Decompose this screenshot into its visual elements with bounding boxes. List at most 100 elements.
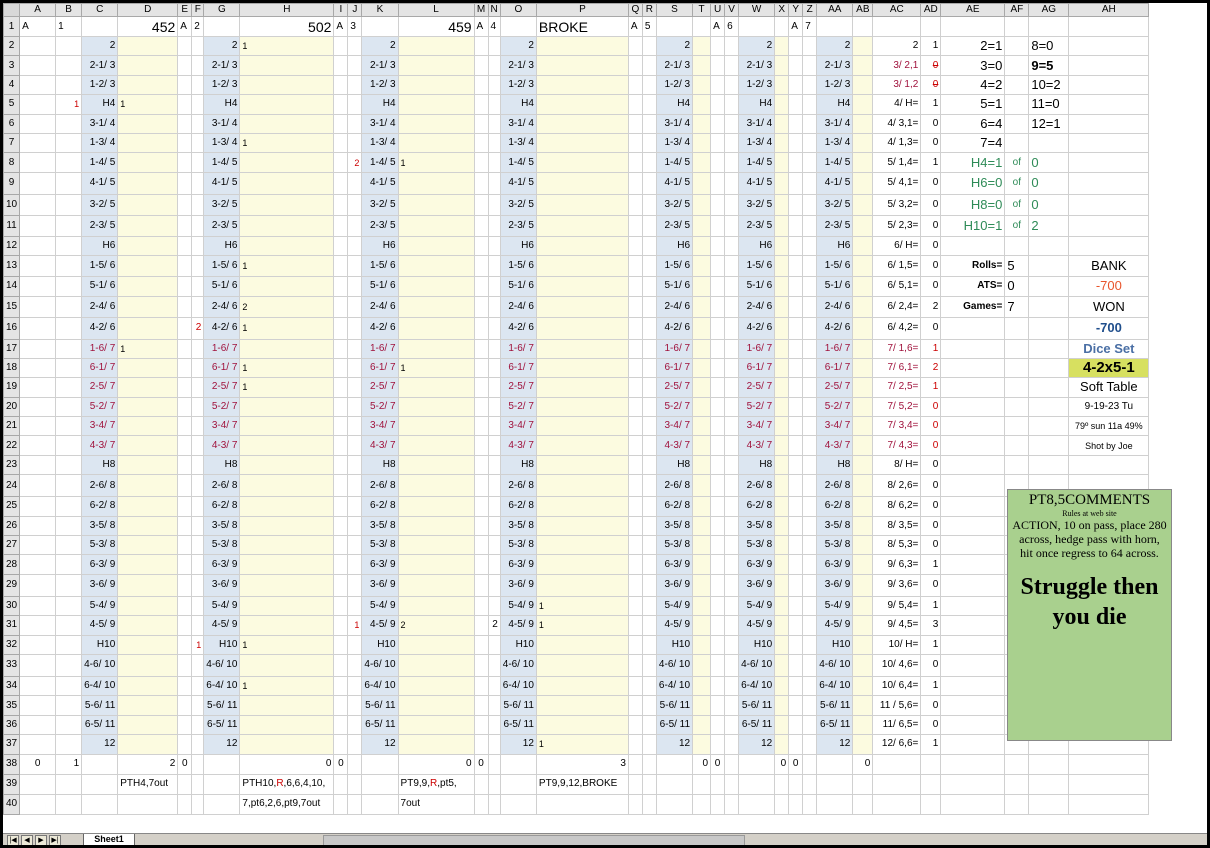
- row-header-27[interactable]: 27: [3, 535, 21, 556]
- cell-s35[interactable]: 5-6/ 11: [655, 695, 694, 716]
- cell-ac12[interactable]: 6/ H=: [872, 235, 922, 257]
- row-header-30[interactable]: 30: [3, 595, 21, 617]
- column-header-o[interactable]: O: [499, 3, 537, 17]
- column-header-ab[interactable]: AB: [852, 3, 874, 17]
- cell-j12[interactable]: [347, 235, 363, 257]
- cell-s34[interactable]: 6-4/ 10: [655, 675, 694, 697]
- cell-g6[interactable]: 3-1/ 4: [203, 113, 241, 134]
- cell-ac3[interactable]: 3/ 2,1: [872, 55, 922, 76]
- cell-ad23[interactable]: 0: [920, 454, 942, 476]
- cell-ac26[interactable]: 8/ 3,5=: [872, 515, 922, 537]
- cell-d40[interactable]: [117, 793, 179, 815]
- cell-a40[interactable]: [19, 793, 57, 815]
- cell-m30[interactable]: [473, 595, 489, 617]
- cell-x29[interactable]: [774, 573, 790, 597]
- cell-aa7[interactable]: 1-3/ 4: [816, 132, 854, 154]
- cell-ag6[interactable]: 12=1: [1028, 113, 1070, 134]
- cell-h26[interactable]: [239, 515, 335, 537]
- cell-ac39[interactable]: [872, 773, 922, 795]
- cell-r22[interactable]: [641, 435, 657, 456]
- cell-p13[interactable]: [535, 255, 629, 278]
- cell-d16[interactable]: [117, 316, 179, 340]
- cell-k35[interactable]: 5-6/ 11: [361, 695, 399, 716]
- cell-aa39[interactable]: [816, 773, 854, 795]
- cell-z40[interactable]: [802, 793, 818, 815]
- cell-ae2[interactable]: 2=1: [940, 35, 1006, 57]
- cell-aa37[interactable]: 12: [816, 734, 854, 755]
- cell-m17[interactable]: [473, 338, 489, 359]
- cell-k16[interactable]: 4-2/ 6: [361, 316, 399, 340]
- cell-x32[interactable]: [774, 634, 790, 655]
- cell-q16[interactable]: [627, 316, 643, 340]
- cell-c9[interactable]: 4-1/ 5: [81, 171, 119, 195]
- cell-c20[interactable]: 5-2/ 7: [81, 396, 119, 418]
- cell-j9[interactable]: [347, 171, 363, 195]
- cell-m13[interactable]: [473, 255, 489, 278]
- cell-e33[interactable]: [177, 653, 193, 677]
- cell-x31[interactable]: [774, 615, 790, 636]
- cell-ae5[interactable]: 5=1: [940, 94, 1006, 115]
- cell-e38[interactable]: 0: [177, 753, 193, 775]
- cell-aa16[interactable]: 4-2/ 6: [816, 316, 854, 340]
- cell-y34[interactable]: [788, 675, 804, 697]
- cell-o39[interactable]: [499, 773, 537, 795]
- cell-t29[interactable]: [692, 573, 712, 597]
- cell-y35[interactable]: [788, 695, 804, 716]
- cell-c35[interactable]: 5-6/ 11: [81, 695, 119, 716]
- cell-x17[interactable]: [774, 338, 790, 359]
- column-header-f[interactable]: F: [191, 3, 205, 17]
- cell-w3[interactable]: 2-1/ 3: [738, 55, 776, 76]
- cell-q5[interactable]: [627, 94, 643, 115]
- cell-y13[interactable]: [788, 255, 804, 278]
- cell-c19[interactable]: 2-5/ 7: [81, 377, 119, 398]
- cell-c27[interactable]: 5-3/ 8: [81, 535, 119, 556]
- cell-c5[interactable]: H4: [81, 94, 119, 115]
- cell-j37[interactable]: [347, 734, 363, 755]
- cell-ab28[interactable]: [852, 554, 874, 575]
- cell-t23[interactable]: [692, 454, 712, 476]
- cell-e4[interactable]: [177, 74, 193, 96]
- cell-ab13[interactable]: [852, 255, 874, 278]
- cell-y6[interactable]: [788, 113, 804, 134]
- cell-ad14[interactable]: 0: [920, 276, 942, 297]
- cell-a7[interactable]: [19, 132, 57, 154]
- cell-i35[interactable]: [333, 695, 349, 716]
- cell-c11[interactable]: 2-3/ 5: [81, 214, 119, 237]
- column-header-s[interactable]: S: [655, 3, 694, 17]
- cell-j23[interactable]: [347, 454, 363, 476]
- cell-ae35[interactable]: [940, 695, 1006, 716]
- cell-a15[interactable]: [19, 295, 57, 318]
- cell-p37[interactable]: 1: [535, 734, 629, 755]
- cell-ah14[interactable]: -700: [1068, 276, 1150, 297]
- cell-s20[interactable]: 5-2/ 7: [655, 396, 694, 418]
- cell-aa4[interactable]: 1-2/ 3: [816, 74, 854, 96]
- cell-u14[interactable]: [710, 276, 726, 297]
- cell-v17[interactable]: [724, 338, 740, 359]
- cell-h30[interactable]: [239, 595, 335, 617]
- cell-u33[interactable]: [710, 653, 726, 677]
- column-header-z[interactable]: Z: [802, 3, 818, 17]
- cell-m28[interactable]: [473, 554, 489, 575]
- cell-n29[interactable]: [487, 573, 501, 597]
- cell-w5[interactable]: H4: [738, 94, 776, 115]
- cell-y5[interactable]: [788, 94, 804, 115]
- cell-a21[interactable]: [19, 416, 57, 437]
- cell-u16[interactable]: [710, 316, 726, 340]
- cell-k22[interactable]: 4-3/ 7: [361, 435, 399, 456]
- cell-d11[interactable]: [117, 214, 179, 237]
- cell-af2[interactable]: [1004, 35, 1030, 57]
- cell-ah8[interactable]: [1068, 152, 1150, 173]
- cell-ab11[interactable]: [852, 214, 874, 237]
- cell-c14[interactable]: 5-1/ 6: [81, 276, 119, 297]
- cell-m9[interactable]: [473, 171, 489, 195]
- cell-w20[interactable]: 5-2/ 7: [738, 396, 776, 418]
- column-header-m[interactable]: M: [473, 3, 489, 17]
- cell-t13[interactable]: [692, 255, 712, 278]
- cell-h1[interactable]: 502: [239, 16, 335, 37]
- cell-ag4[interactable]: 10=2: [1028, 74, 1070, 96]
- cell-i9[interactable]: [333, 171, 349, 195]
- cell-ac1[interactable]: [872, 16, 922, 37]
- cell-w25[interactable]: 6-2/ 8: [738, 496, 776, 517]
- cell-v23[interactable]: [724, 454, 740, 476]
- cell-v2[interactable]: [724, 35, 740, 57]
